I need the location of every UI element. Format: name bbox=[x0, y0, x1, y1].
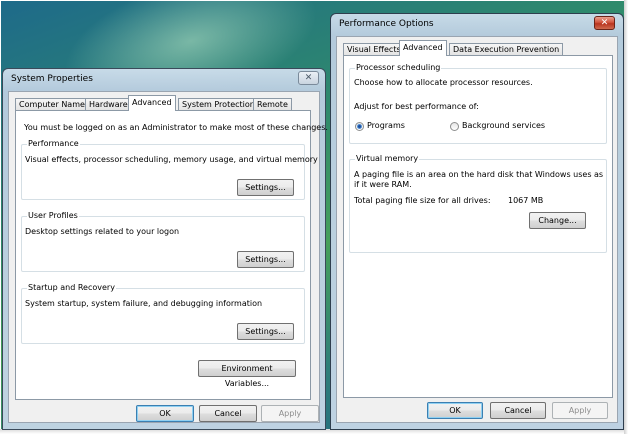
background-services-radio-label[interactable]: Background services bbox=[462, 121, 545, 131]
cancel-button[interactable]: Cancel bbox=[490, 402, 546, 419]
processor-scheduling-label: Processor scheduling bbox=[355, 63, 442, 73]
cancel-button[interactable]: Cancel bbox=[199, 405, 257, 422]
startup-recovery-settings-button[interactable]: Settings... bbox=[237, 323, 294, 340]
window-title: System Properties bbox=[11, 74, 93, 84]
startup-recovery-description: System startup, system failure, and debu… bbox=[25, 299, 263, 308]
performance-group: Performance Visual effects, processor sc… bbox=[21, 139, 318, 200]
performance-settings-button[interactable]: Settings... bbox=[237, 179, 294, 196]
user-profiles-group: User Profiles Desktop settings related t… bbox=[21, 211, 305, 272]
tab-visual-effects[interactable]: Visual Effects bbox=[343, 43, 405, 55]
user-profiles-settings-button[interactable]: Settings... bbox=[237, 251, 294, 268]
advanced-tab-page: You must be logged on as an Administrato… bbox=[15, 110, 328, 400]
dialog-client-area: Visual Effects Advanced Data Execution P… bbox=[336, 36, 618, 423]
total-paging-label: Total paging file size for all drives: bbox=[354, 196, 491, 205]
tab-computer-name[interactable]: Computer Name bbox=[15, 98, 89, 110]
virtual-memory-group: Virtual memory A paging file is an area … bbox=[349, 154, 607, 253]
user-profiles-label: User Profiles bbox=[27, 211, 79, 221]
close-icon[interactable]: ✕ bbox=[594, 16, 615, 30]
virtual-memory-description-2: if it were RAM. bbox=[354, 180, 412, 189]
system-properties-window: System Properties ✕ Computer Name Hardwa… bbox=[2, 68, 328, 430]
virtual-memory-description: A paging file is an area on the hard dis… bbox=[354, 170, 604, 179]
ok-button[interactable]: OK bbox=[427, 402, 483, 419]
adjust-label: Adjust for best performance of: bbox=[354, 102, 479, 111]
total-paging-value: 1067 MB bbox=[508, 196, 544, 205]
window-title: Performance Options bbox=[339, 19, 434, 29]
ok-button[interactable]: OK bbox=[136, 405, 194, 422]
dialog-client-area: Computer Name Hardware Advanced System P… bbox=[8, 91, 328, 423]
change-button[interactable]: Change... bbox=[529, 212, 586, 229]
tab-advanced[interactable]: Advanced bbox=[128, 95, 176, 111]
processor-scheduling-group: Processor scheduling Choose how to alloc… bbox=[349, 63, 607, 144]
tab-system-protection[interactable]: System Protection bbox=[178, 98, 259, 110]
advanced-tab-page: Processor scheduling Choose how to alloc… bbox=[343, 55, 613, 398]
screenshot-shadow-right bbox=[624, 0, 628, 434]
performance-description: Visual effects, processor scheduling, me… bbox=[25, 155, 318, 164]
performance-options-window: Performance Options ✕ Visual Effects Adv… bbox=[330, 13, 624, 430]
processor-scheduling-description: Choose how to allocate processor resourc… bbox=[354, 78, 533, 87]
startup-recovery-label: Startup and Recovery bbox=[27, 283, 116, 293]
startup-recovery-group: Startup and Recovery System startup, sys… bbox=[21, 283, 305, 344]
tab-hardware[interactable]: Hardware bbox=[85, 98, 132, 110]
close-icon[interactable]: ✕ bbox=[298, 71, 319, 85]
programs-radio-label[interactable]: Programs bbox=[367, 121, 405, 131]
programs-radio[interactable] bbox=[355, 122, 364, 131]
tab-remote[interactable]: Remote bbox=[253, 98, 292, 110]
tab-advanced[interactable]: Advanced bbox=[399, 40, 447, 56]
virtual-memory-label: Virtual memory bbox=[355, 154, 420, 164]
apply-button[interactable]: Apply bbox=[261, 405, 319, 422]
admin-notice: You must be logged on as an Administrato… bbox=[24, 123, 328, 132]
user-profiles-description: Desktop settings related to your logon bbox=[25, 227, 180, 236]
apply-button[interactable]: Apply bbox=[552, 402, 608, 419]
background-services-radio[interactable] bbox=[450, 122, 459, 131]
tab-data-execution-prevention[interactable]: Data Execution Prevention bbox=[449, 43, 564, 55]
environment-variables-button[interactable]: Environment Variables... bbox=[198, 360, 296, 388]
performance-label: Performance bbox=[27, 139, 80, 149]
